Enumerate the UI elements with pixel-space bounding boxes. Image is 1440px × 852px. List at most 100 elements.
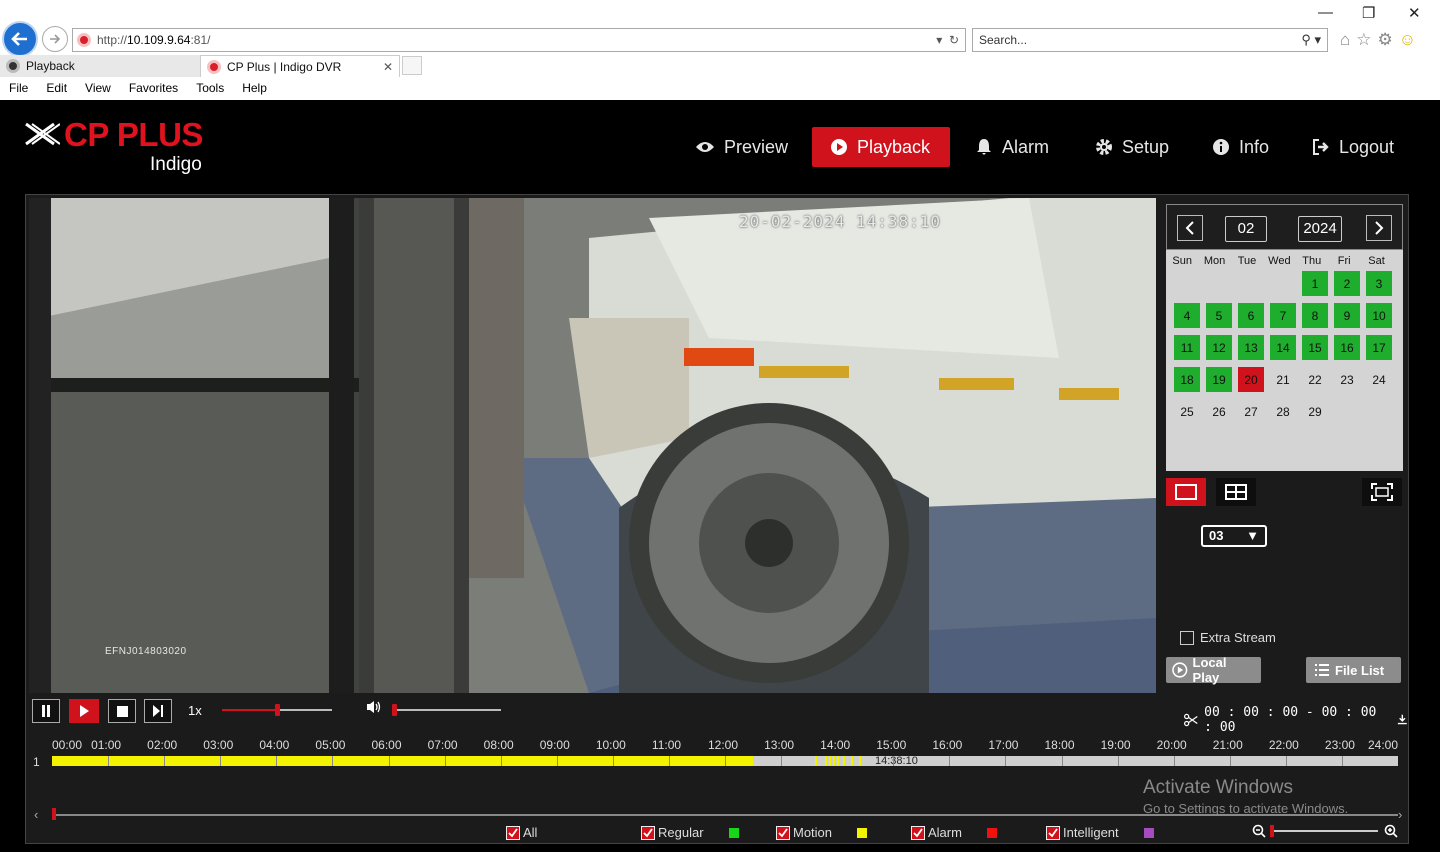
timeline-bar[interactable]: 14:38:10 xyxy=(52,755,1398,767)
legend-regular[interactable]: Regular xyxy=(641,825,739,840)
single-view-button[interactable] xyxy=(1166,478,1206,506)
search-icon[interactable]: ⚲ ▾ xyxy=(1301,29,1321,51)
next-month-button[interactable] xyxy=(1366,215,1392,241)
legend-intelligent[interactable]: Intelligent xyxy=(1046,825,1154,840)
favorites-star-icon[interactable]: ☆ xyxy=(1356,30,1371,50)
menu-favorites[interactable]: Favorites xyxy=(120,78,187,99)
download-icon[interactable] xyxy=(1397,714,1408,726)
playback-speed[interactable]: 1x xyxy=(188,703,202,718)
nav-logout[interactable]: Logout xyxy=(1302,127,1404,167)
year-field[interactable]: 2024 xyxy=(1298,216,1342,242)
volume-icon[interactable] xyxy=(366,700,382,714)
menu-file[interactable]: File xyxy=(0,78,37,99)
menu-edit[interactable]: Edit xyxy=(37,78,76,99)
prev-month-button[interactable] xyxy=(1177,215,1203,241)
smiley-icon[interactable]: ☺ xyxy=(1399,30,1416,50)
close-tab-icon[interactable]: ✕ xyxy=(383,56,393,78)
calendar-day[interactable]: 3 xyxy=(1366,271,1392,296)
calendar-day[interactable]: 8 xyxy=(1302,303,1328,328)
close-window-icon[interactable]: ✕ xyxy=(1408,4,1421,22)
calendar-day[interactable]: 24 xyxy=(1366,367,1392,392)
calendar-day[interactable]: 21 xyxy=(1270,367,1296,392)
zoom-slider-knob[interactable] xyxy=(1270,825,1274,837)
month-field[interactable]: 02 xyxy=(1225,216,1267,242)
calendar-day[interactable]: 18 xyxy=(1174,367,1200,392)
legend-alarm[interactable]: Alarm xyxy=(911,825,997,840)
menu-tools[interactable]: Tools xyxy=(187,78,233,99)
calendar-day[interactable]: 27 xyxy=(1238,399,1264,424)
timeline-scroll-left-icon[interactable]: ‹ xyxy=(34,807,38,822)
calendar-day[interactable]: 7 xyxy=(1270,303,1296,328)
checkbox-checked-icon[interactable] xyxy=(911,825,925,840)
playback-speed-slider[interactable] xyxy=(222,704,332,716)
nav-setup[interactable]: Setup xyxy=(1085,127,1179,167)
calendar-day[interactable]: 12 xyxy=(1206,335,1232,360)
forward-button[interactable] xyxy=(42,26,68,52)
timeline-scrollbar[interactable] xyxy=(52,814,1398,816)
calendar-day[interactable]: 28 xyxy=(1270,399,1296,424)
calendar-day[interactable]: 1 xyxy=(1302,271,1328,296)
calendar-day[interactable]: 17 xyxy=(1366,335,1392,360)
file-list-button[interactable]: File List xyxy=(1306,657,1401,683)
nav-preview[interactable]: Preview xyxy=(685,127,798,167)
minimize-icon[interactable]: — xyxy=(1318,4,1333,21)
menu-view[interactable]: View xyxy=(76,78,120,99)
search-input[interactable]: Search... ⚲ ▾ xyxy=(972,28,1328,52)
scissors-icon[interactable] xyxy=(1184,713,1198,727)
speed-slider-knob[interactable] xyxy=(275,704,280,716)
legend-motion[interactable]: Motion xyxy=(776,825,868,840)
fullscreen-button[interactable] xyxy=(1362,478,1402,506)
zoom-slider[interactable] xyxy=(1270,830,1378,832)
local-play-button[interactable]: Local Play xyxy=(1166,655,1261,685)
legend-all[interactable]: All xyxy=(506,825,537,840)
channel-select[interactable]: 03 ▼ xyxy=(1201,525,1267,547)
tab-playback[interactable]: Playback xyxy=(0,55,200,77)
refresh-icon[interactable]: ▾ ↻ xyxy=(936,29,959,51)
calendar-day[interactable]: 2 xyxy=(1334,271,1360,296)
checkbox-checked-icon[interactable] xyxy=(1046,825,1060,840)
next-frame-button[interactable] xyxy=(144,699,172,723)
calendar-day[interactable]: 29 xyxy=(1302,399,1328,424)
home-icon[interactable]: ⌂ xyxy=(1340,30,1350,50)
zoom-out-icon[interactable] xyxy=(1252,824,1266,838)
calendar-day-selected[interactable]: 20 xyxy=(1238,367,1264,392)
calendar-day[interactable]: 6 xyxy=(1238,303,1264,328)
tab-cp-plus[interactable]: CP Plus | Indigo DVR ✕ xyxy=(200,55,400,77)
checkbox-checked-icon[interactable] xyxy=(776,825,790,840)
calendar-day[interactable]: 10 xyxy=(1366,303,1392,328)
extra-stream-option[interactable]: Extra Stream xyxy=(1180,630,1276,645)
new-tab-button[interactable] xyxy=(402,56,422,75)
zoom-in-icon[interactable] xyxy=(1384,824,1398,838)
calendar-day[interactable]: 26 xyxy=(1206,399,1232,424)
restore-icon[interactable]: ❐ xyxy=(1362,4,1375,22)
video-playback-window[interactable]: 20-02-2024 14:38:10 EFNJ014803020 xyxy=(29,198,1156,693)
settings-gear-icon[interactable]: ⚙ xyxy=(1378,30,1393,50)
calendar-day[interactable]: 23 xyxy=(1334,367,1360,392)
nav-info[interactable]: Info xyxy=(1202,127,1279,167)
checkbox-checked-icon[interactable] xyxy=(506,825,520,840)
calendar-day[interactable]: 15 xyxy=(1302,335,1328,360)
calendar-day[interactable]: 19 xyxy=(1206,367,1232,392)
extra-stream-checkbox[interactable] xyxy=(1180,630,1194,645)
calendar-day[interactable]: 25 xyxy=(1174,399,1200,424)
calendar-day[interactable]: 5 xyxy=(1206,303,1232,328)
stop-button[interactable] xyxy=(108,699,136,723)
calendar-day[interactable]: 9 xyxy=(1334,303,1360,328)
volume-slider[interactable] xyxy=(392,704,501,716)
calendar-day[interactable]: 16 xyxy=(1334,335,1360,360)
volume-slider-knob[interactable] xyxy=(392,704,397,716)
menu-help[interactable]: Help xyxy=(233,78,276,99)
calendar-day[interactable]: 11 xyxy=(1174,335,1200,360)
checkbox-checked-icon[interactable] xyxy=(641,825,655,840)
nav-alarm[interactable]: Alarm xyxy=(965,127,1059,167)
address-bar[interactable]: http://10.109.9.64:81/ ▾ ↻ xyxy=(72,28,966,52)
quad-view-button[interactable] xyxy=(1216,478,1256,506)
calendar-day[interactable]: 14 xyxy=(1270,335,1296,360)
back-button[interactable] xyxy=(2,21,38,57)
play-button[interactable] xyxy=(69,699,99,723)
nav-playback[interactable]: Playback xyxy=(812,127,950,167)
calendar-day[interactable]: 13 xyxy=(1238,335,1264,360)
calendar-day[interactable]: 22 xyxy=(1302,367,1328,392)
timeline-scroll-right-icon[interactable]: › xyxy=(1398,807,1402,822)
pause-button[interactable] xyxy=(32,699,60,723)
